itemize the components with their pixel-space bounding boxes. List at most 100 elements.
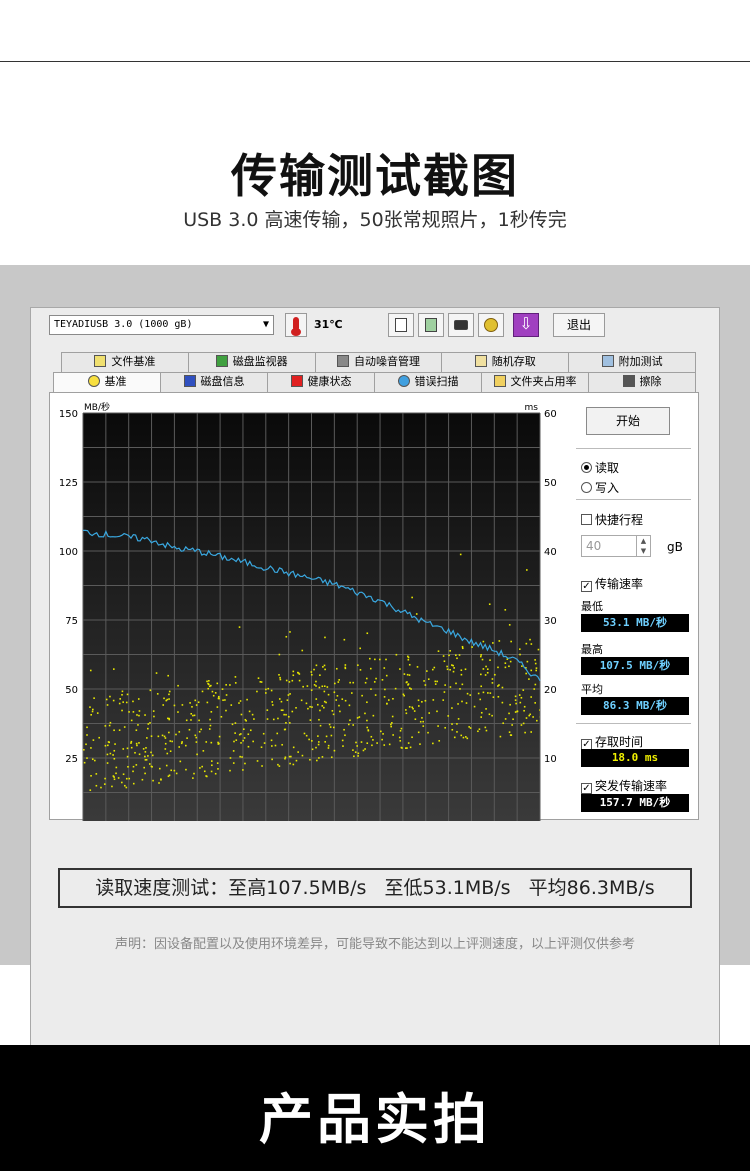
- access-time-label: 存取时间: [595, 735, 644, 749]
- access-time-point: [138, 710, 141, 712]
- y-axis-left-tick-label: 25: [65, 754, 78, 765]
- access-time-point: [122, 773, 125, 776]
- tab-noise-management[interactable]: 自动噪音管理: [314, 352, 443, 372]
- tab-extra-tests[interactable]: 附加测试: [568, 352, 696, 372]
- access-time-point: [220, 715, 223, 718]
- access-time-point: [343, 638, 346, 641]
- access-time-point: [138, 753, 141, 756]
- access-time-point: [89, 706, 91, 708]
- access-time-value: 18.0 ms: [581, 749, 689, 767]
- access-time-point: [113, 749, 116, 752]
- copy-text-button[interactable]: [388, 313, 414, 337]
- access-time-point: [391, 722, 393, 724]
- access-time-point: [504, 662, 507, 664]
- tab-health[interactable]: 健康状态: [267, 372, 375, 392]
- screenshot-button[interactable]: [448, 313, 474, 337]
- access-time-point: [265, 692, 267, 694]
- access-time-point: [135, 742, 138, 745]
- access-time-point: [234, 676, 237, 678]
- access-time-point: [383, 667, 386, 669]
- access-time-point: [374, 658, 376, 661]
- access-time-point: [112, 754, 114, 756]
- access-time-point: [424, 699, 427, 702]
- tab-folder-usage[interactable]: 文件夹占用率: [481, 372, 589, 392]
- tab-disk-info[interactable]: 磁盘信息: [160, 372, 268, 392]
- access-time-point: [516, 710, 519, 713]
- access-time-point: [197, 701, 200, 704]
- access-time-point: [364, 712, 366, 715]
- access-time-point: [225, 709, 227, 712]
- access-time-point: [208, 728, 211, 730]
- folder-icon: [493, 375, 506, 387]
- spinner-arrows-icon[interactable]: ▲ ▼: [636, 536, 650, 556]
- access-time-point: [218, 695, 220, 698]
- tab-benchmark[interactable]: 基准: [53, 372, 161, 392]
- options-button[interactable]: [478, 313, 504, 337]
- access-time-point: [104, 725, 107, 727]
- read-radio[interactable]: 读取: [581, 459, 619, 476]
- access-time-point: [206, 680, 208, 683]
- access-time-point: [491, 714, 493, 717]
- access-time-point: [385, 658, 387, 661]
- access-time-point: [303, 732, 306, 735]
- burst-rate-checkbox[interactable]: ✓ 突发传输速率: [581, 777, 667, 794]
- access-time-point: [335, 699, 338, 701]
- exit-button[interactable]: 退出: [553, 313, 605, 337]
- access-time-point: [344, 667, 347, 670]
- access-time-point: [128, 777, 131, 780]
- access-time-point: [157, 735, 160, 738]
- access-time-point: [163, 697, 165, 700]
- write-radio[interactable]: 写入: [581, 479, 619, 496]
- transfer-rate-checkbox[interactable]: ✓ 传输速率: [581, 575, 643, 592]
- access-time-point: [211, 764, 213, 767]
- access-time-point: [480, 716, 483, 718]
- access-time-point: [501, 701, 504, 704]
- access-time-point: [432, 699, 435, 701]
- access-time-point: [270, 739, 273, 742]
- y-axis-left-tick-label: 75: [65, 616, 78, 627]
- access-time-point: [147, 723, 150, 725]
- access-time-point: [534, 662, 537, 665]
- access-time-point: [419, 743, 421, 745]
- save-button[interactable]: ⇩: [513, 313, 539, 337]
- access-time-point: [234, 682, 237, 684]
- access-time-point: [122, 748, 125, 750]
- drive-select[interactable]: TEYADIUSB 3.0 (1000 gB) ▼: [49, 315, 274, 335]
- access-time-point: [126, 755, 129, 758]
- access-time-point: [310, 671, 313, 673]
- access-time-point: [446, 668, 449, 671]
- access-time-point: [352, 724, 355, 726]
- y-axis-left-tick-label: 125: [59, 478, 78, 489]
- access-time-point: [335, 667, 338, 670]
- tab-erase[interactable]: 擦除: [588, 372, 696, 392]
- access-time-point: [238, 626, 241, 628]
- access-time-point: [247, 745, 250, 748]
- access-time-point: [145, 747, 147, 749]
- access-time-point: [311, 706, 313, 708]
- access-time-point: [122, 701, 124, 703]
- access-time-point: [511, 724, 513, 726]
- thermometer-icon: [285, 313, 307, 337]
- access-time-point: [241, 756, 243, 758]
- tab-disk-monitor[interactable]: 磁盘监视器: [187, 352, 316, 372]
- quick-stroke-stepper[interactable]: 40 ▲ ▼: [581, 535, 651, 557]
- quick-stroke-checkbox[interactable]: 快捷行程: [581, 511, 643, 528]
- access-time-point: [366, 719, 368, 722]
- tab-error-scan[interactable]: 错误扫描: [374, 372, 482, 392]
- access-time-point: [134, 751, 136, 754]
- access-time-point: [240, 742, 242, 744]
- access-time-point: [138, 742, 140, 744]
- access-time-point: [149, 689, 152, 692]
- tab-file-benchmark[interactable]: 文件基准: [61, 352, 189, 372]
- access-time-point: [146, 737, 148, 739]
- lightbulb-icon: [87, 375, 100, 387]
- access-time-point: [518, 694, 521, 696]
- access-time-point: [455, 654, 457, 656]
- access-time-checkbox[interactable]: ✓ 存取时间: [581, 733, 643, 750]
- access-time-point: [132, 765, 135, 768]
- tab-random-access[interactable]: 随机存取: [441, 352, 570, 372]
- access-time-point: [515, 702, 517, 705]
- copy-image-button[interactable]: [418, 313, 444, 337]
- start-button[interactable]: 开始: [586, 407, 670, 435]
- access-time-point: [301, 754, 304, 757]
